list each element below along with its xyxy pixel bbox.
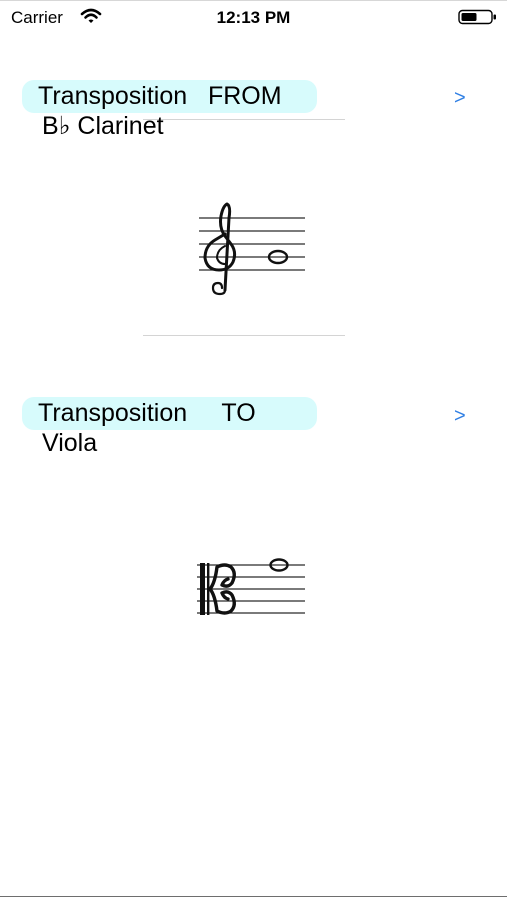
from-instrument-label: B♭ Clarinet (42, 112, 164, 140)
clock-time: 12:13 PM (216, 8, 291, 27)
status-bar: Carrier 12:13 PM (0, 0, 507, 36)
alto-clef-staff (197, 558, 305, 615)
from-divider-top (143, 119, 345, 120)
from-header-pill[interactable]: Transposition FROM (22, 80, 317, 113)
battery-icon (458, 9, 496, 25)
to-instrument-label: Viola (42, 429, 98, 457)
treble-clef-staff (199, 202, 305, 296)
to-chevron-button[interactable]: > (454, 406, 466, 426)
from-divider-bottom (143, 335, 345, 336)
from-chevron-button[interactable]: > (454, 88, 466, 108)
to-header-label: Transposition TO (38, 399, 256, 427)
bottom-divider (0, 896, 507, 897)
to-header-pill[interactable]: Transposition TO (22, 397, 317, 430)
from-header-label: Transposition FROM (38, 82, 282, 110)
